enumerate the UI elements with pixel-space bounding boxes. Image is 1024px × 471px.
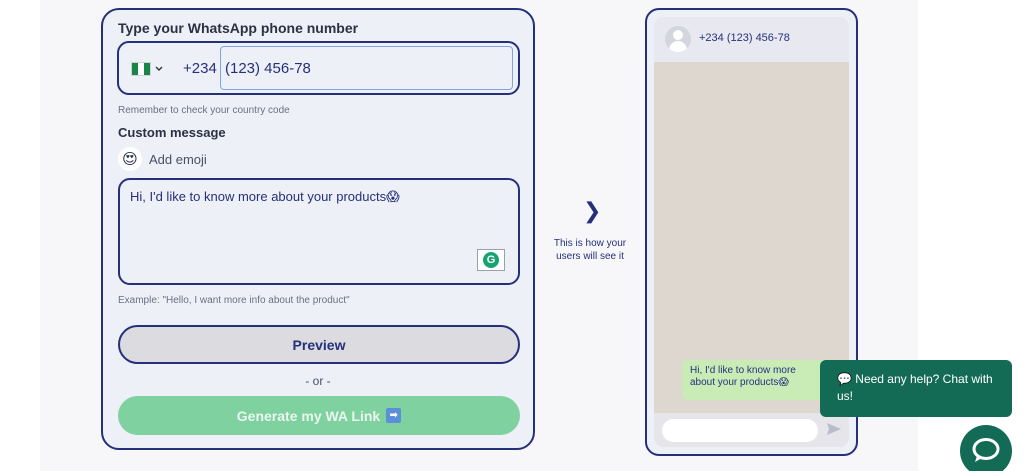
arrow-right-icon: ➡: [386, 408, 402, 423]
dial-code: +234: [183, 60, 217, 77]
example-hint: Example: "Hello, I want more info about …: [118, 295, 350, 306]
chat-bubble-icon: [972, 438, 1000, 462]
send-icon[interactable]: [826, 421, 842, 437]
generate-link-label: Generate my WA Link: [236, 407, 381, 424]
chat-input[interactable]: [662, 419, 818, 442]
message-bubble: Hi, I'd like to know more about your pro…: [682, 360, 830, 400]
chat-widget-button[interactable]: [960, 425, 1012, 471]
phone-number-label: Type your WhatsApp phone number: [118, 20, 359, 36]
chat-contact-number: +234 (123) 456-78: [699, 32, 790, 44]
chevron-right-icon: ❯: [583, 198, 602, 223]
avatar: [665, 26, 691, 52]
message-text: Hi, I'd like to know more about your pro…: [130, 189, 400, 204]
custom-message-label: Custom message: [118, 125, 226, 140]
page-margin-left: [0, 0, 40, 471]
grammarly-icon: G: [483, 252, 499, 268]
add-emoji-label: Add emoji: [149, 151, 207, 167]
generate-link-button[interactable]: Generate my WA Link ➡: [118, 396, 520, 435]
heart-eyes-emoji-icon: 😍: [118, 147, 142, 171]
help-tooltip[interactable]: 💬 Need any help? Chat with us!: [820, 360, 1012, 417]
custom-message-textarea[interactable]: Hi, I'd like to know more about your pro…: [118, 178, 520, 285]
grammarly-button[interactable]: G: [477, 249, 505, 271]
chat-header: +234 (123) 456-78: [654, 17, 849, 62]
country-code-hint: Remember to check your country code: [118, 105, 290, 116]
chevron-down-icon: [155, 66, 163, 71]
preview-caption: This is how your users will see it: [553, 238, 627, 262]
or-divider: - or -: [305, 374, 331, 388]
country-selector[interactable]: [131, 59, 171, 79]
add-emoji-button[interactable]: 😍 Add emoji: [118, 146, 207, 172]
phone-number-input[interactable]: (123) 456-78: [220, 46, 513, 90]
preview-button[interactable]: Preview: [118, 325, 520, 364]
nigeria-flag-icon: [131, 62, 151, 76]
chat-footer: [654, 413, 849, 447]
phone-field-group: +234 (123) 456-78: [117, 41, 520, 95]
link-generator-form: Type your WhatsApp phone number +234 (12…: [101, 8, 535, 450]
